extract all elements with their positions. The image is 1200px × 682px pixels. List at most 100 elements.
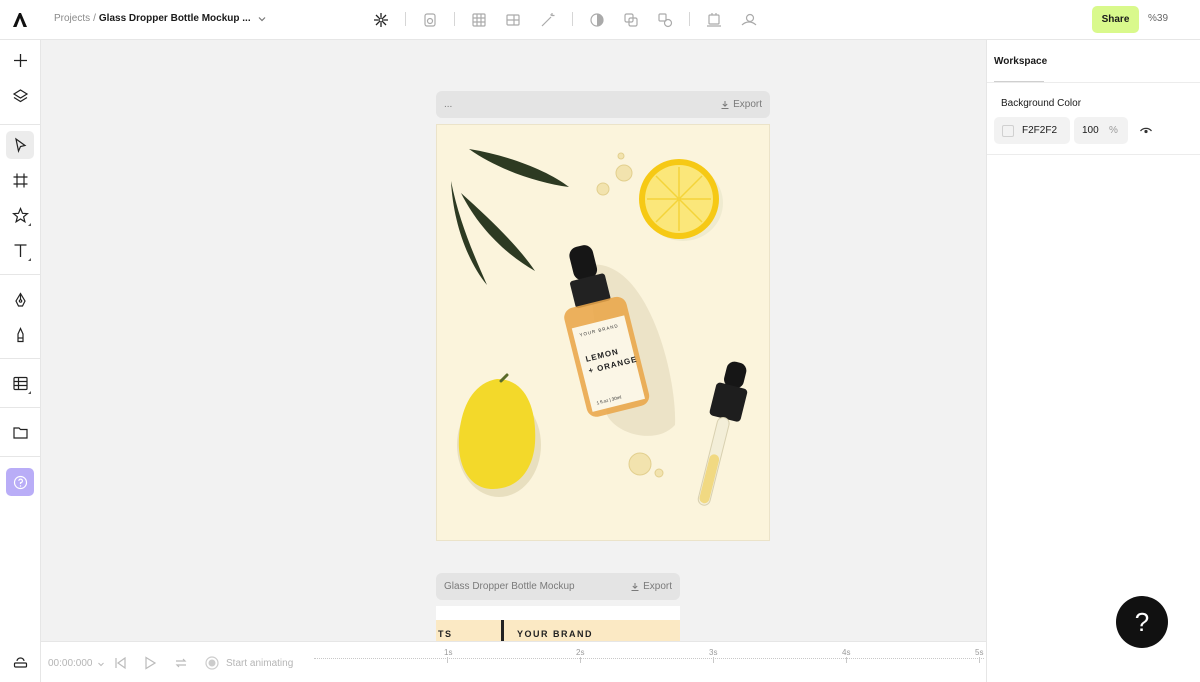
mockup-icon[interactable] (705, 11, 723, 29)
layout-icon[interactable] (504, 11, 522, 29)
download-icon (721, 100, 729, 109)
grid-icon[interactable] (470, 11, 488, 29)
share-button[interactable]: Share (1092, 6, 1139, 33)
help-button[interactable] (6, 468, 34, 496)
tick-label: 4s (842, 648, 851, 657)
frame-tool[interactable] (6, 166, 34, 194)
toolbar-divider (0, 124, 40, 125)
layers-button[interactable] (6, 82, 34, 110)
opacity-unit: % (1109, 125, 1118, 136)
select-tool[interactable] (6, 131, 34, 159)
tick-label: 2s (576, 648, 585, 657)
boolean-icon[interactable] (656, 11, 674, 29)
submenu-indicator (28, 258, 31, 261)
contrast-icon[interactable] (588, 11, 606, 29)
shape-tool[interactable] (6, 201, 34, 229)
pointer-icon (14, 137, 26, 153)
zoom-level[interactable]: %39 (1148, 13, 1168, 24)
collapse-icon (13, 656, 27, 668)
toolbar-divider (454, 12, 455, 26)
export-label: Export (733, 99, 762, 110)
artboard[interactable]: TS YOUR BRAND (436, 606, 680, 641)
frame-header[interactable]: ... Export (436, 91, 770, 118)
background-color-label: Background Color (1001, 98, 1082, 109)
help-chat-button[interactable]: ? (1116, 596, 1168, 648)
color-swatch[interactable] (1002, 124, 1014, 137)
toolbar-divider (572, 12, 573, 26)
artboard-brand-text: YOUR BRAND (517, 629, 594, 639)
remove-bg-icon[interactable] (740, 11, 758, 29)
pencil-tool[interactable] (6, 321, 34, 349)
tick-mark (447, 657, 448, 663)
toolbar-divider (405, 12, 406, 26)
download-icon (631, 582, 639, 591)
wand-icon[interactable] (539, 11, 557, 29)
top-bar: Projects / Glass Dropper Bottle Mockup .… (0, 0, 1200, 40)
breadcrumb-separator: / (93, 13, 96, 24)
pen-icon (14, 291, 26, 307)
help-icon (13, 475, 27, 489)
logo-icon[interactable] (11, 11, 29, 29)
breadcrumb: Projects / Glass Dropper Bottle Mockup .… (54, 13, 267, 24)
skip-back-icon[interactable] (112, 655, 128, 671)
loop-icon[interactable] (173, 655, 189, 671)
product-photo: YOUR BRAND LEMON + ORANGE 1 fl.oz | 30ml (451, 149, 748, 506)
eye-icon[interactable] (1139, 124, 1153, 138)
collapse-button[interactable] (6, 648, 34, 676)
dropper-pipette (697, 361, 748, 506)
artboard[interactable]: YOUR BRAND LEMON + ORANGE 1 fl.oz | 30ml (436, 124, 770, 541)
timeline: 00:00:000 Start animating 1s 2s 3s 4s 5s (41, 641, 986, 682)
toolbar-divider (0, 274, 40, 275)
shape-icon[interactable] (421, 11, 439, 29)
timeline-ruler[interactable] (314, 658, 984, 661)
record-icon[interactable] (204, 655, 220, 671)
plus-icon (13, 53, 27, 67)
folder-icon (12, 426, 28, 439)
text-icon (14, 243, 26, 257)
opacity-field[interactable]: 100 % (1074, 117, 1128, 144)
start-animating-label[interactable]: Start animating (226, 658, 293, 669)
oil-drop (615, 164, 633, 182)
breadcrumb-projects[interactable]: Projects (54, 13, 90, 24)
frame-icon (13, 173, 27, 187)
tab-workspace[interactable]: Workspace (994, 56, 1047, 67)
duplicate-icon[interactable] (622, 11, 640, 29)
submenu-indicator (28, 223, 31, 226)
chevron-down-icon[interactable] (257, 14, 267, 24)
table-tool[interactable] (6, 369, 34, 397)
pen-tool[interactable] (6, 286, 34, 314)
play-icon[interactable] (142, 655, 158, 671)
export-label: Export (643, 581, 672, 592)
toolbar-divider (0, 358, 40, 359)
frame-title[interactable]: Glass Dropper Bottle Mockup (444, 581, 575, 592)
divider (987, 154, 1200, 155)
frame-header[interactable]: Glass Dropper Bottle Mockup Export (436, 573, 680, 600)
oil-drop (654, 468, 664, 478)
left-toolbar (0, 40, 41, 682)
chevron-down-icon (97, 662, 104, 666)
artboard-text: TS (438, 629, 453, 639)
color-hex-value[interactable]: F2F2F2 (1022, 125, 1057, 136)
frame-title[interactable]: ... (444, 99, 452, 110)
tick-label: 3s (709, 648, 718, 657)
opacity-value[interactable]: 100 (1082, 125, 1099, 136)
assets-button[interactable] (6, 418, 34, 446)
layers-icon (12, 88, 28, 102)
divider (987, 82, 1200, 83)
export-button[interactable]: Export (720, 99, 762, 110)
document-title[interactable]: Glass Dropper Bottle Mockup ... (99, 13, 251, 24)
toolbar-divider (689, 12, 690, 26)
tick-label: 5s (975, 648, 984, 657)
oil-drop (596, 182, 610, 196)
star-icon (11, 206, 29, 223)
tick-mark (713, 657, 714, 663)
ai-magic-icon[interactable] (372, 11, 390, 29)
background-color-field[interactable]: F2F2F2 (994, 117, 1070, 144)
oil-drop (628, 452, 652, 476)
toolbar-divider (0, 456, 40, 457)
timecode[interactable]: 00:00:000 (48, 658, 105, 669)
export-button[interactable]: Export (630, 581, 672, 592)
add-button[interactable] (6, 46, 34, 74)
properties-panel: Workspace Background Color F2F2F2 100 % (986, 40, 1200, 682)
text-tool[interactable] (6, 236, 34, 264)
